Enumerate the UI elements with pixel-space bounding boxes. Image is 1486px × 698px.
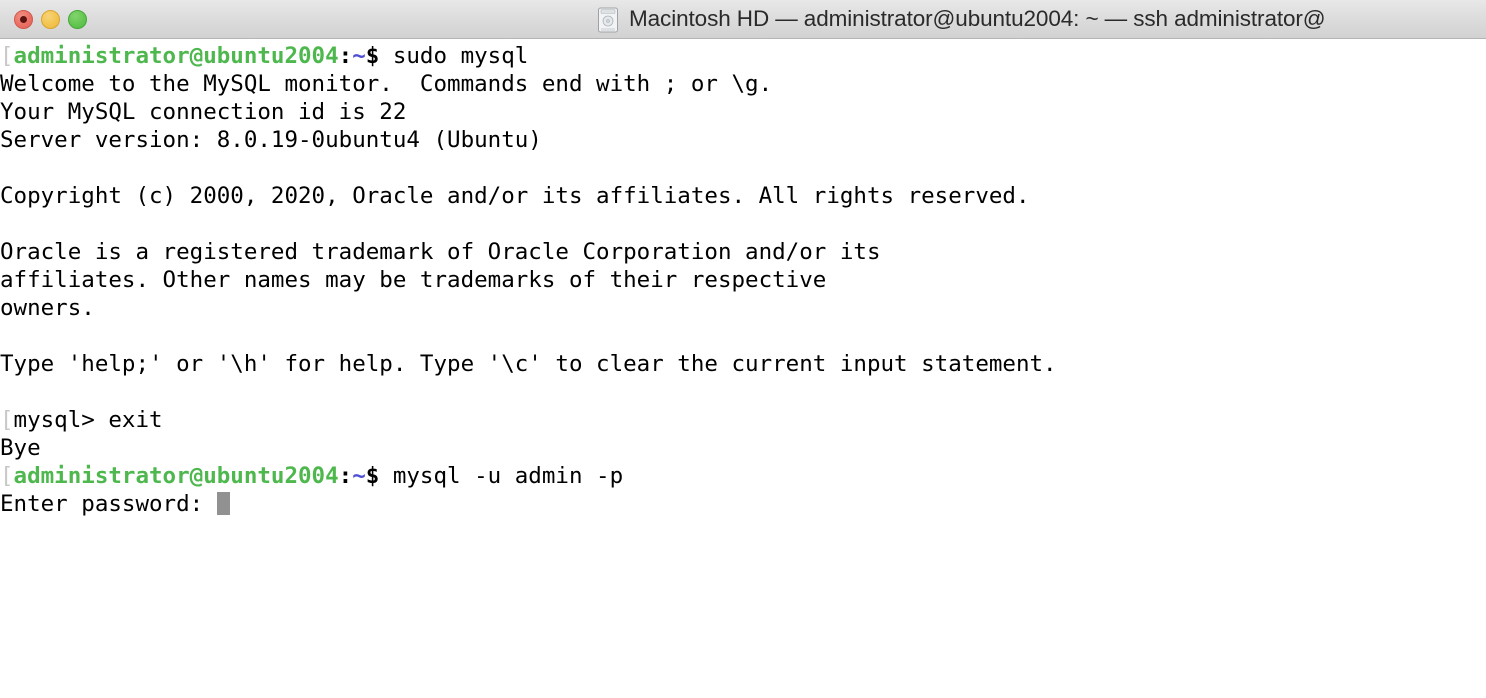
prompt-user-host: administrator@ubuntu2004 xyxy=(13,463,339,489)
prompt-dollar-sign: $ xyxy=(365,43,380,69)
terminal-output-line: Your MySQL connection id is 22 xyxy=(0,99,407,125)
close-icon xyxy=(20,15,27,23)
terminal-command: sudo mysql xyxy=(379,43,529,69)
terminal-output-line: Copyright (c) 2000, 2020, Oracle and/or … xyxy=(0,183,1030,209)
prompt-cwd-tilde: ~ xyxy=(352,43,366,69)
hard-disk-icon xyxy=(598,7,618,32)
close-button[interactable] xyxy=(14,9,33,29)
text-cursor[interactable] xyxy=(216,492,230,515)
prompt-dollar-sign: $ xyxy=(365,463,380,489)
window-title-group: Macintosh HD — administrator@ubuntu2004:… xyxy=(0,0,1486,38)
terminal-output-line: Bye xyxy=(0,435,41,461)
terminal-output-line: owners. xyxy=(0,295,95,321)
minimize-button[interactable] xyxy=(41,9,60,29)
terminal-output-line: Oracle is a registered trademark of Orac… xyxy=(0,239,881,265)
zoom-button[interactable] xyxy=(68,9,87,29)
terminal-output-line: Server version: 8.0.19-0ubuntu4 (Ubuntu) xyxy=(0,127,542,153)
window-title: Macintosh HD — administrator@ubuntu2004:… xyxy=(629,6,1326,31)
window-controls xyxy=(14,0,87,38)
terminal-output-line: affiliates. Other names may be trademark… xyxy=(0,267,827,293)
terminal-output-line: Welcome to the MySQL monitor. Commands e… xyxy=(0,71,773,97)
terminal-output-line: Type 'help;' or '\h' for help. Type '\c'… xyxy=(0,351,1057,377)
mysql-command: mysql> exit xyxy=(13,407,163,433)
prompt-colon: : xyxy=(338,463,353,489)
prompt-user-host: administrator@ubuntu2004 xyxy=(13,43,339,69)
terminal-body[interactable]: [administrator@ubuntu2004:~$ sudo mysql W… xyxy=(0,39,1486,698)
terminal-prompt-line: [administrator@ubuntu2004:~$ sudo mysql xyxy=(0,42,1486,70)
mysql-prompt-line: [mysql> exit xyxy=(0,406,1486,434)
prompt-leading-bracket: [ xyxy=(0,43,14,69)
prompt-colon: : xyxy=(338,43,353,69)
window-titlebar[interactable]: Macintosh HD — administrator@ubuntu2004:… xyxy=(0,0,1486,39)
prompt-leading-bracket: [ xyxy=(0,463,14,489)
terminal-screen: [administrator@ubuntu2004:~$ sudo mysql W… xyxy=(0,39,1486,518)
terminal-prompt-line: [administrator@ubuntu2004:~$ mysql -u ad… xyxy=(0,462,1486,490)
prompt-leading-bracket: [ xyxy=(0,407,14,433)
password-prompt-line: Enter password: xyxy=(0,490,1486,518)
terminal-command: mysql -u admin -p xyxy=(379,463,624,489)
prompt-cwd-tilde: ~ xyxy=(352,463,366,489)
password-prompt-label: Enter password: xyxy=(0,491,217,517)
terminal-window: Macintosh HD — administrator@ubuntu2004:… xyxy=(0,0,1486,698)
